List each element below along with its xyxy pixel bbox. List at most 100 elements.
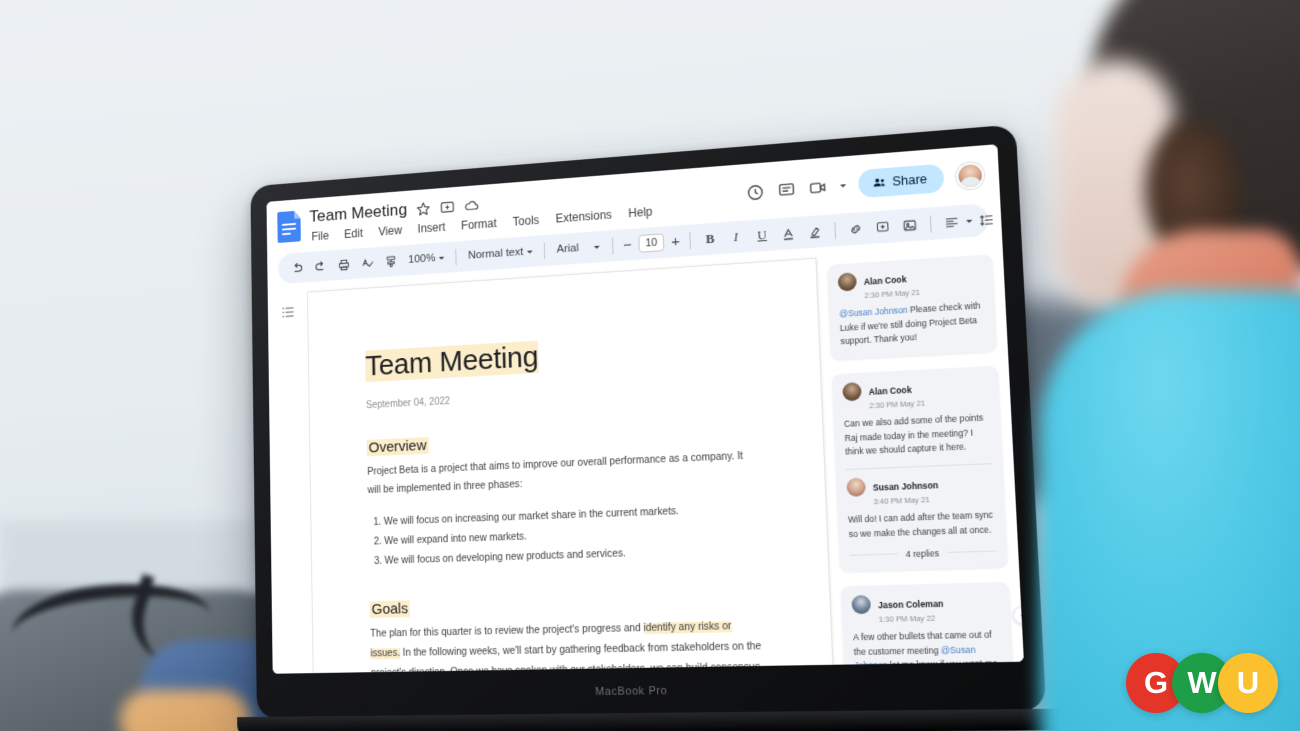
font-family-value: Arial [556,242,579,256]
device-label: MacBook Pro [594,684,668,699]
comment-meta: Jason Coleman 1:30 PM May 22 [878,593,945,624]
version-history-icon[interactable] [745,182,765,202]
move-to-folder-icon[interactable] [439,198,455,215]
laptop-bezel: Team Meeting File Edit View Insert Forma… [266,144,1024,674]
video-call-icon[interactable] [808,177,828,197]
goals-text-before: The plan for this quarter is to review t… [370,622,644,640]
comment-divider [845,462,993,470]
zoom-level-dropdown[interactable]: 100% [404,251,450,266]
people-icon [873,178,885,187]
document-page[interactable]: Team Meeting September 04, 2022 Overview… [306,257,836,674]
avatar [842,381,862,402]
italic-button[interactable]: I [723,224,749,251]
font-size-decrease-button[interactable]: − [620,236,635,253]
font-size-stepper: − 10 + [620,232,683,254]
docs-body: Team Meeting September 04, 2022 Overview… [267,235,1024,674]
chevron-down-icon [439,256,445,260]
page-title: Team Meeting [365,340,539,383]
reply-author: Susan Johnson [872,479,939,493]
avatar [851,594,872,615]
cloud-saved-icon[interactable] [463,196,479,213]
insert-image-icon[interactable] [896,211,923,238]
outline-rail [268,282,313,674]
share-button-label: Share [891,172,928,189]
document-scroll-area[interactable]: Team Meeting September 04, 2022 Overview… [306,248,836,674]
highlight-icon[interactable] [802,218,829,245]
section-heading-overview: Overview [366,436,429,456]
replies-count[interactable]: 4 replies [849,546,996,561]
zoom-level-value: 100% [408,252,436,266]
comment-timestamp: 1:30 PM May 22 [878,613,936,625]
align-chevron-down-icon[interactable] [965,219,973,223]
google-docs-screen: Team Meeting File Edit View Insert Forma… [266,144,1024,674]
reply-timestamp: 3:40 PM May 21 [873,494,930,506]
document-outline-icon[interactable] [280,304,295,321]
foreground-hand [120,690,250,731]
comment-icon[interactable] [776,180,796,200]
laptop-device: Team Meeting File Edit View Insert Forma… [237,124,1072,731]
paint-format-icon[interactable] [380,249,403,274]
toolbar-divider [544,242,546,259]
logo-letter-u: U [1218,653,1278,713]
add-comment-icon[interactable] [869,213,896,240]
reply-meta: Susan Johnson 3:40 PM May 21 [872,474,939,506]
menu-item-help[interactable]: Help [626,204,654,222]
menu-item-format[interactable]: Format [459,215,499,233]
align-left-icon[interactable] [938,208,966,235]
font-size-value[interactable]: 10 [638,233,665,253]
font-size-increase-button[interactable]: + [668,233,683,250]
print-icon[interactable] [332,252,355,277]
google-docs-icon[interactable] [277,210,301,243]
paragraph-style-value: Normal text [467,246,524,262]
comment-thread-1[interactable]: Alan Cook 2:30 PM May 21 @Susan Johnson … [826,254,998,360]
undo-icon[interactable] [286,255,309,280]
text-color-button[interactable] [775,220,801,247]
star-icon[interactable] [415,200,431,217]
paragraph-style-dropdown[interactable]: Normal text [463,245,538,262]
chevron-down-icon [594,245,600,249]
reply-body: Will do! I can add after the team sync s… [847,509,994,539]
video-call-chevron-down-icon[interactable] [839,183,846,188]
menu-item-file[interactable]: File [310,228,331,245]
toolbar-divider [834,221,837,239]
comment-timestamp: 2:30 PM May 21 [869,398,926,411]
menu-item-tools[interactable]: Tools [511,212,542,230]
overview-list: We will focus on increasing our market s… [384,499,764,571]
toolbar-divider [929,214,932,233]
toolbar-divider [612,237,614,255]
comment-thread-3[interactable]: Jason Coleman 1:30 PM May 22 A few other… [840,581,1015,674]
share-button[interactable]: Share [857,163,945,199]
comment-meta: Alan Cook 2:30 PM May 21 [863,268,920,300]
comment-meta: Alan Cook 2:30 PM May 21 [868,379,925,411]
bold-button[interactable]: B [697,226,723,252]
comment-author: Alan Cook [863,274,907,287]
replies-count-label: 4 replies [905,547,940,560]
menu-item-edit[interactable]: Edit [342,225,365,242]
reply-header: Susan Johnson 3:40 PM May 21 [846,472,994,507]
comment-author: Jason Coleman [877,598,944,611]
spellcheck-icon[interactable] [356,250,379,275]
comment-thread-2[interactable]: Alan Cook 2:30 PM May 21 Can we also add… [831,365,1009,572]
comment-body: @Susan Johnson Please check with Luke if… [839,300,986,350]
avatar[interactable] [955,161,985,191]
comment-header: Alan Cook 2:30 PM May 21 [837,264,984,302]
menu-item-insert[interactable]: Insert [416,219,448,237]
underline-button[interactable]: U [749,222,775,249]
line-spacing-icon[interactable] [973,206,1001,233]
section-heading-goals: Goals [369,600,411,618]
comments-panel: Alan Cook 2:30 PM May 21 @Susan Johnson … [817,235,1024,674]
comment-header: Jason Coleman 1:30 PM May 22 [851,592,1000,625]
toolbar-divider [455,248,457,265]
menu-item-extensions[interactable]: Extensions [553,207,614,227]
redo-icon[interactable] [309,254,332,279]
avatar [837,272,857,292]
section-paragraph-goals-1: The plan for this quarter is to review t… [370,616,769,674]
comment-author: Alan Cook [868,384,912,397]
mention-link[interactable]: @Susan Johnson [839,305,908,319]
menu-item-view[interactable]: View [376,222,404,239]
font-family-dropdown[interactable]: Arial [552,240,606,256]
chevron-down-icon [527,249,533,254]
section-paragraph-overview: Project Beta is a project that aims to i… [367,450,744,497]
toolbar-divider [689,231,691,249]
link-icon[interactable] [842,215,869,242]
